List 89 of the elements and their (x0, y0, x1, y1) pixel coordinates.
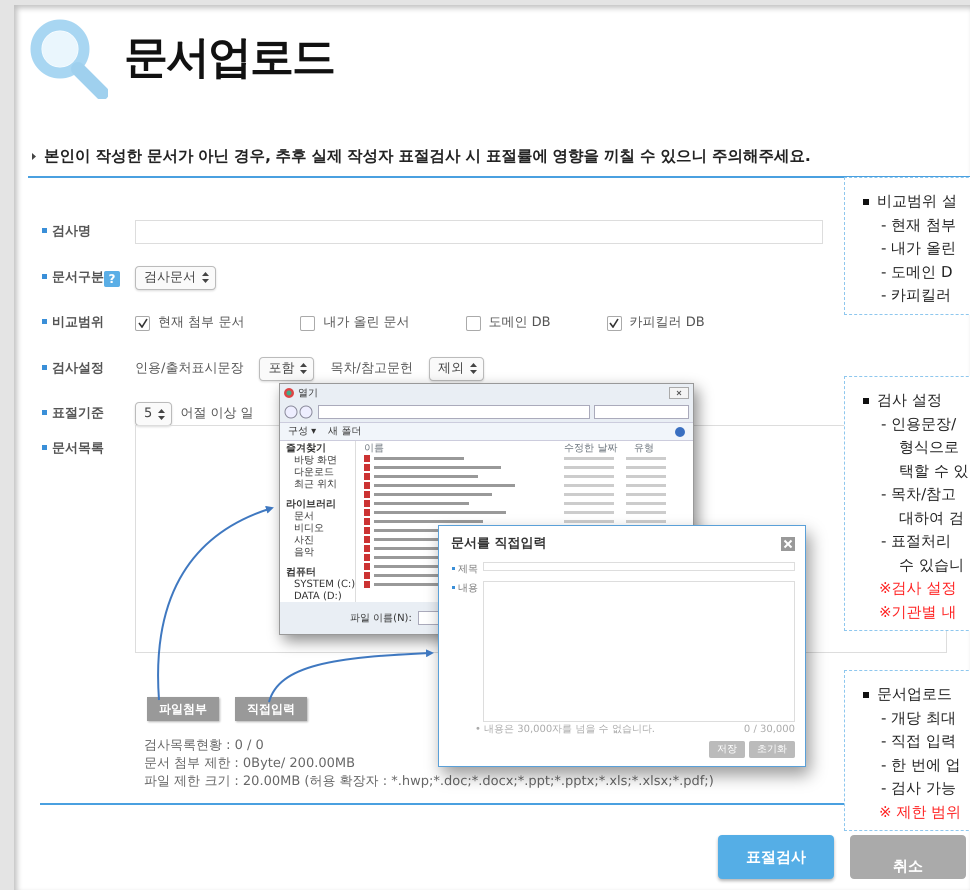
limit-note: • 내용은 30,000자를 넘을 수 없습니다. (475, 723, 655, 737)
square-bullet-icon (863, 398, 869, 404)
notice-text: 본인이 작성한 문서가 아닌 경우, 추후 실제 작성자 표절검사 시 표절률에 영향을 끼칠 수 있으니 주의해주세요. (44, 146, 810, 167)
help-text: - 목차/참고 (880, 484, 958, 505)
exam-name-field[interactable] (135, 220, 823, 244)
help-text: - 현재 첨부 (880, 214, 957, 236)
checkbox[interactable] (300, 316, 316, 330)
square-bullet-icon (863, 692, 869, 698)
stat-text: 파일 제한 크기 : 20.00MB (허용 확장자 : *.hwp;*.doc;*.docx;*.ppt;*.pptx;*.xls;*.xlsx;*.pdf;) (144, 773, 714, 792)
help-text: - 직접 입력 (880, 731, 957, 752)
sidebar-item[interactable]: 음악 (286, 547, 356, 559)
magnifier-icon (28, 17, 108, 99)
warning-text: ※기관별 내 (878, 602, 958, 622)
page-title: 문서업로드 (124, 31, 334, 85)
field-label: 비교범위 (40, 313, 135, 333)
checkbox[interactable] (606, 316, 622, 330)
field-label: 문서목록 (40, 438, 135, 458)
threshold-text: 어절 이상 일 (180, 405, 254, 424)
sidebar-item[interactable]: DATA (D:) (286, 591, 356, 603)
toolbar-item[interactable]: 구성 ▾ (288, 424, 316, 439)
field-label: 검사설정 (40, 358, 135, 378)
checkbox-label: 현재 첨부 문서 (158, 314, 244, 332)
help-text: 대하여 검 (898, 508, 965, 528)
sidebar-item[interactable]: 사진 (286, 535, 356, 547)
sidebar-item[interactable]: SYSTEM (C:) (286, 579, 356, 591)
close-icon[interactable] (669, 387, 689, 399)
help-text: - 표절처리 (880, 531, 952, 552)
updown-caret-icon (300, 363, 308, 374)
address-field[interactable] (318, 405, 590, 419)
triangle-bullet-icon (32, 153, 36, 160)
help-heading: 문서업로드 (877, 684, 952, 705)
square-bullet-icon (863, 198, 869, 205)
help-text: 택할 수 있 (898, 460, 970, 482)
filename-label: 파일 이름(N): (350, 612, 412, 626)
close-icon[interactable] (781, 536, 795, 551)
toolbar-item[interactable]: 새 폴더 (328, 424, 362, 439)
sidebar-item[interactable]: 즐겨찾기 (286, 443, 356, 455)
field-label: 검사명 (40, 222, 135, 242)
help-heading: 검사 설정 (877, 390, 942, 411)
field-label: 문서구분 (52, 270, 104, 285)
back-forward-icon[interactable] (284, 405, 314, 419)
column-header[interactable]: 수정한 날짜 (564, 441, 634, 455)
help-text: 수 있습니 (898, 554, 965, 576)
sidebar-item[interactable]: 바탕 화면 (286, 455, 356, 467)
updown-caret-icon (202, 272, 209, 283)
checkbox[interactable] (135, 316, 150, 330)
sidebar-item[interactable]: 다운로드 (286, 467, 356, 479)
stat-text: 검사목록현황 : 0 / 0 (144, 737, 264, 756)
char-counter: 0 / 30,000 (744, 723, 795, 737)
setting-select[interactable]: 포함 (259, 356, 314, 380)
help-text: 형식으로 (898, 437, 960, 458)
sidebar-item[interactable]: 문서 (286, 511, 356, 523)
updown-caret-icon (158, 408, 166, 420)
sidebar-item[interactable]: 비디오 (286, 523, 356, 535)
sidebar-item[interactable]: 라이브러리 (286, 499, 356, 511)
help-text: - 도메인 D (880, 262, 954, 282)
content-area[interactable] (483, 580, 795, 722)
help-text: - 인용문장/ (880, 414, 958, 434)
threshold-select[interactable]: 5 (135, 402, 172, 426)
setting-label: 목차/참고문헌 (330, 360, 413, 378)
help-text: - 카피킬러 (880, 285, 952, 306)
updown-caret-icon (470, 363, 477, 374)
type-select[interactable]: 검사문서 (135, 266, 216, 290)
app-icon (284, 388, 294, 398)
field-label: 내용 (451, 580, 483, 722)
help-text: - 한 번에 업 (880, 754, 962, 776)
setting-label: 인용/출처표시문장 (135, 360, 244, 378)
column-header[interactable]: 유형 (634, 441, 694, 455)
help-text: - 내가 올린 (880, 238, 957, 259)
help-heading: 비교범위 설 (877, 191, 957, 212)
sidebar-item[interactable]: 컴퓨터 (286, 567, 356, 579)
checkbox[interactable] (466, 316, 481, 330)
checkbox-label: 내가 올린 문서 (323, 314, 410, 332)
checkbox-label: 카피킬러 DB (630, 314, 705, 332)
warning-text: ※ 제한 범위 (878, 802, 962, 822)
field-label: 제목 (451, 562, 483, 576)
search-field[interactable] (594, 405, 689, 419)
dialog-title: 문서를 직접입력 (451, 535, 547, 553)
stat-text: 문서 첨부 제한 : 0Byte/ 200.00MB (144, 755, 356, 774)
title-field[interactable] (483, 562, 795, 570)
warning-text: ※검사 설정 (878, 578, 958, 599)
help-text: - 검사 가능 (880, 778, 957, 799)
setting-select[interactable]: 제외 (428, 356, 484, 380)
sidebar-item[interactable]: 최근 위치 (286, 479, 356, 491)
column-header[interactable]: 이름 (364, 441, 564, 455)
dialog-title: 열기 (298, 386, 318, 400)
field-label: 표절기준 (40, 404, 135, 424)
help-text: - 개당 최대 (880, 708, 957, 728)
checkbox-label: 도메인 DB (488, 314, 551, 332)
